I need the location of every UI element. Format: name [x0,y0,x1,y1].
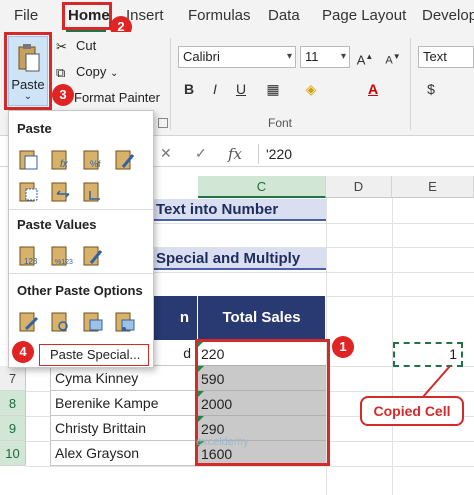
scissors-icon: ✂ [56,38,67,54]
column-header-d[interactable]: D [326,176,392,198]
badge-4: 4 [12,341,34,363]
row-header-8[interactable]: 8 [0,391,26,416]
row-header-9[interactable]: 9 [0,416,26,441]
fill-color-icon[interactable]: ◈ [300,78,322,100]
group-separator [170,38,171,130]
linked-picture-icon[interactable] [113,309,137,333]
svg-text:123: 123 [24,257,38,266]
values-number-format-icon[interactable]: %123 [49,243,73,267]
column-header-e[interactable]: E [392,176,474,198]
name-cell[interactable]: Christy Brittain [50,416,196,441]
home-tab-highlight [62,2,112,30]
title-row-1: Text into Number [154,199,326,221]
paste-link-icon[interactable] [49,309,73,333]
font-color-icon[interactable]: A [362,78,384,100]
section-paste-values: Paste Values [17,217,97,232]
name-cell[interactable]: d [150,341,198,366]
tab-page-layout[interactable]: Page Layout [322,7,406,24]
transpose-icon[interactable] [81,179,105,203]
copied-cell-callout: Copied Cell [360,396,464,426]
copy-label: Copy [76,64,107,79]
paste-formulas-number-format-icon[interactable]: %f [81,147,105,171]
values-source-formatting-icon[interactable] [81,243,105,267]
number-format-value: Text [423,49,447,64]
svg-text:%f: %f [90,159,101,169]
watermark: exceldemy [196,436,249,448]
chevron-down-icon[interactable]: ⌄ [110,68,118,79]
cut-label: Cut [76,38,97,53]
paste-special-menu-item[interactable]: Paste Special... [39,344,149,366]
section-other-paste-options: Other Paste Options [17,283,143,298]
keep-column-widths-icon[interactable] [49,179,73,203]
header-total-sales: Total Sales [198,296,326,340]
borders-icon[interactable]: ▦ [262,78,284,100]
paste-picture-icon[interactable] [81,309,105,333]
clipboard-dialog-launcher-icon[interactable] [158,118,168,128]
paste-values-icon[interactable]: 123 [17,243,41,267]
menu-separator [9,273,153,274]
header-name: n [150,296,198,340]
badge-1: 1 [332,336,354,358]
tab-developer[interactable]: Develop [422,7,474,24]
fx-icon[interactable]: fx [228,145,242,163]
font-group-label: Font [268,116,293,130]
decrease-font-icon[interactable]: A▼ [382,46,404,68]
paste-formulas-icon[interactable]: fx [49,147,73,171]
italic-button[interactable]: I [204,78,226,100]
copy-button[interactable]: ⧉ Copy ⌄ [56,62,118,82]
increase-font-icon[interactable]: A▲ [354,46,376,68]
copy-icon: ⧉ [56,64,66,80]
badge-3: 3 [52,84,74,106]
font-size-value: 11 [305,49,319,64]
row-header-7[interactable]: 7 [0,366,26,391]
cut-button[interactable]: ✂ Cut [56,36,96,56]
paste-icon[interactable] [17,147,41,171]
formula-input[interactable]: '220 [266,146,292,162]
title-row-2: Special and Multiply [154,248,326,270]
format-painter-label: Format Painter [74,90,160,105]
gridline [26,466,474,467]
underline-button[interactable]: U [230,78,252,100]
tab-formulas[interactable]: Formulas [188,7,251,24]
chevron-down-icon: ▾ [286,51,292,62]
tab-insert[interactable]: Insert [126,7,164,24]
section-paste: Paste [17,121,52,136]
no-borders-icon[interactable] [17,179,41,203]
font-name-value: Calibri [183,49,220,64]
paste-formatting-icon[interactable] [17,309,41,333]
menu-separator [9,209,153,210]
tab-data[interactable]: Data [268,7,300,24]
font-size-dropdown[interactable]: 11 ▾ [300,46,350,68]
formula-separator [258,144,259,164]
chevron-down-icon: ▾ [340,51,346,62]
name-cell[interactable]: Cyma Kinney [50,366,196,391]
keep-source-formatting-icon[interactable] [113,147,137,171]
number-format-dropdown[interactable]: Text [418,46,474,68]
tab-file[interactable]: File [14,7,38,24]
name-cell[interactable]: Alex Grayson [50,441,196,466]
svg-text:%123: %123 [55,259,73,266]
bold-button[interactable]: B [178,78,200,100]
row-header-10[interactable]: 10 [0,441,26,466]
group-separator [410,38,411,130]
currency-button[interactable]: $ [420,78,442,100]
paste-button-highlight [4,32,52,110]
cancel-icon[interactable]: ✕ [160,145,172,162]
svg-text:fx: fx [60,159,69,170]
column-header-c[interactable]: C [198,176,326,198]
enter-icon[interactable]: ✓ [195,145,207,162]
format-painter-button[interactable]: Format Painter [74,88,160,108]
name-cell[interactable]: Berenike Kampe [50,391,196,416]
paste-dropdown-menu: Paste fx %f Paste Values 123 %123 Other … [8,110,154,368]
font-name-dropdown[interactable]: Calibri ▾ [178,46,296,68]
